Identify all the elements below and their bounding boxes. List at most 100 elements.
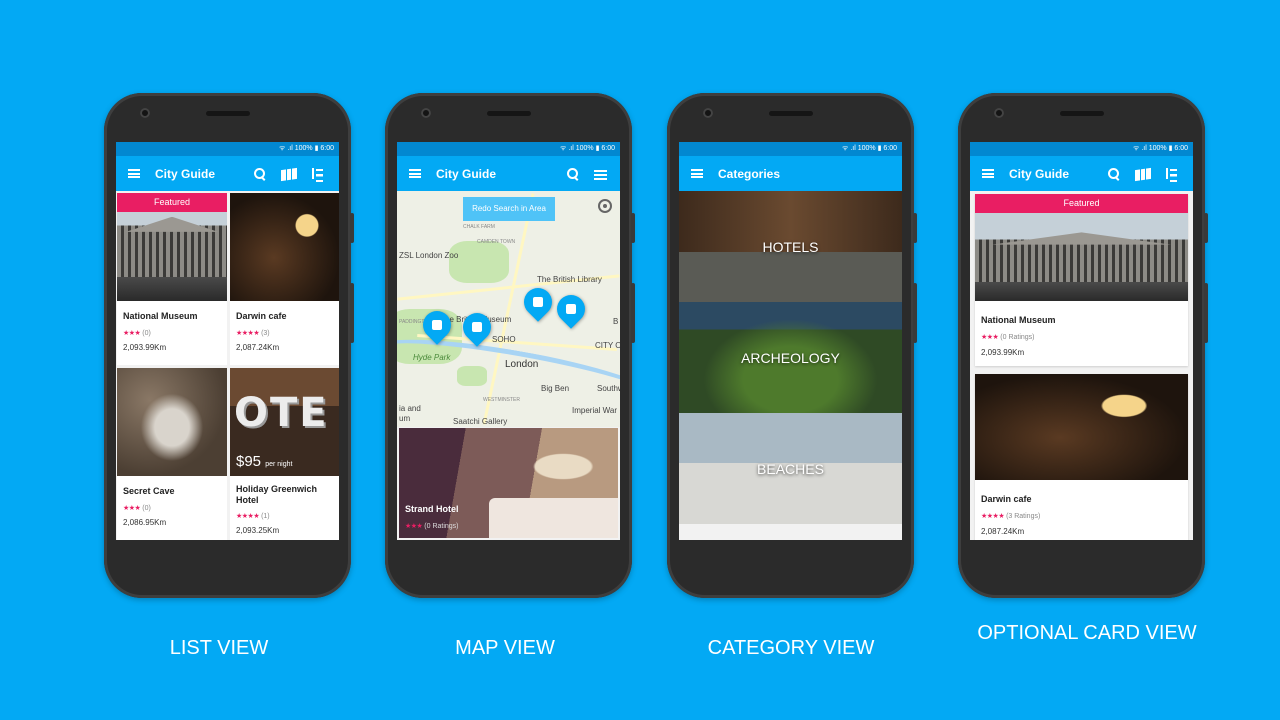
menu-icon[interactable] <box>982 169 994 178</box>
map[interactable]: Redo Search in Area CHALK FARM CAMDEN TO… <box>397 191 620 427</box>
phone-category-view: ᯤ .ıl 100% ▮ 6:00 Categories HOTELS ARCH… <box>667 93 917 598</box>
volume-button <box>913 213 917 243</box>
price-unit: per night <box>265 461 293 468</box>
speaker <box>487 111 531 116</box>
place-image <box>975 374 1188 480</box>
map-icon[interactable] <box>1135 167 1151 182</box>
place-name: Secret Cave <box>123 486 175 496</box>
place-tile[interactable]: Featured National Museum ★★★ (0) 2,093.9… <box>117 193 227 365</box>
place-distance: 2,093.99Km <box>123 343 167 352</box>
status-bar: ᯤ .ıl 100% ▮ 6:00 <box>116 142 339 156</box>
featured-badge: Featured <box>117 193 227 212</box>
caption-category-view: CATEGORY VIEW <box>707 637 875 659</box>
app-title: Categories <box>718 166 781 181</box>
map-label: ia and <box>399 404 421 413</box>
card-list: Featured National Museum ★★★ (0 Ratings)… <box>970 191 1193 540</box>
menu-icon[interactable] <box>691 169 703 178</box>
place-image: $95 per night <box>230 368 339 476</box>
place-name: National Museum <box>981 315 1056 325</box>
place-name: Darwin cafe <box>981 494 1032 504</box>
place-distance: 2,093.99Km <box>981 348 1025 357</box>
rating-count: (0) <box>142 330 151 337</box>
place-name: National Museum <box>123 311 198 321</box>
status-bar: ᯤ .ıl 100% ▮ 6:00 <box>970 142 1193 156</box>
place-image <box>230 193 339 301</box>
menu-icon[interactable] <box>128 169 140 178</box>
place-distance: 2,093.25Km <box>236 526 280 535</box>
category-hotels[interactable]: HOTELS <box>679 191 902 302</box>
speaker <box>1060 111 1104 116</box>
rating-count: (0 Ratings) <box>424 523 459 530</box>
map-label: London <box>505 359 539 370</box>
search-icon[interactable] <box>252 166 268 182</box>
camera <box>703 108 713 118</box>
phone-map-view: ᯤ .ıl 100% ▮ 6:00 City Guide Redo Search… <box>385 93 635 598</box>
place-card[interactable]: Darwin cafe ★★★★ (3 Ratings) 2,087.24Km <box>975 374 1188 540</box>
place-distance: 2,087.24Km <box>236 343 280 352</box>
map-label: Southwark <box>597 384 620 393</box>
sort-icon[interactable] <box>310 166 326 182</box>
category-archeology[interactable]: ARCHEOLOGY <box>679 302 902 413</box>
app-title: City Guide <box>436 166 497 181</box>
rating-count: (0 Ratings) <box>1000 334 1035 341</box>
rating-stars: ★★★★ <box>236 513 260 520</box>
toolbar: City Guide <box>397 156 620 191</box>
place-distance: 2,087.24Km <box>981 527 1025 536</box>
app-title: City Guide <box>1009 166 1070 181</box>
status-bar: ᯤ .ıl 100% ▮ 6:00 <box>397 142 620 156</box>
sort-icon[interactable] <box>1164 166 1180 182</box>
power-button <box>913 283 917 343</box>
map-label: The British Library <box>537 275 602 284</box>
map-label: CAMDEN TOWN <box>477 239 516 245</box>
category-beaches[interactable]: BEACHES <box>679 413 902 524</box>
screen: ᯤ .ıl 100% ▮ 6:00 City Guide Redo Search… <box>397 142 620 540</box>
rating-count: (3) <box>261 330 270 337</box>
volume-button <box>350 213 354 243</box>
place-rating: ★★★ (0) <box>123 504 227 512</box>
locate-icon[interactable] <box>598 199 612 213</box>
place-tile[interactable]: $95 per night Holiday Greenwich Hotel ★★… <box>230 368 339 540</box>
map-label: WESTMINSTER <box>483 397 520 403</box>
status-bar: ᯤ .ıl 100% ▮ 6:00 <box>679 142 902 156</box>
place-rating: ★★★ (0 Ratings) <box>981 333 1188 341</box>
map-label: Hyde Park <box>413 353 451 362</box>
place-rating: ★★★★ (3 Ratings) <box>981 512 1188 520</box>
map-pin-icon[interactable] <box>551 289 591 329</box>
rating-stars: ★★★ <box>123 505 141 512</box>
map-label: CHALK FARM <box>463 224 495 230</box>
place-name: Strand Hotel <box>405 504 459 514</box>
place-card[interactable]: Featured National Museum ★★★ (0 Ratings)… <box>975 194 1188 366</box>
speaker <box>206 111 250 116</box>
rating-stars: ★★★ <box>981 334 999 341</box>
phone-list-view: ᯤ .ıl 100% ▮ 6:00 City Guide Featured Na… <box>104 93 354 598</box>
menu-icon[interactable] <box>409 169 421 178</box>
list-icon[interactable] <box>594 169 607 181</box>
search-icon[interactable] <box>565 166 581 182</box>
caption-map-view: MAP VIEW <box>455 637 555 659</box>
place-rating: ★★★★ (1) <box>236 512 339 520</box>
rating-count: (0) <box>142 505 151 512</box>
map-pin-icon[interactable] <box>518 282 558 322</box>
screen: ᯤ .ıl 100% ▮ 6:00 City Guide Featured Na… <box>970 142 1193 540</box>
map-label: Saatchi Gallery <box>453 417 508 426</box>
rating-count: (1) <box>261 513 270 520</box>
place-tile[interactable]: Secret Cave ★★★ (0) 2,086.95Km <box>117 368 227 540</box>
power-button <box>1204 283 1208 343</box>
park-area <box>449 241 509 283</box>
place-grid: Featured National Museum ★★★ (0) 2,093.9… <box>116 191 339 540</box>
map-label: Big Ben <box>541 384 570 393</box>
featured-badge: Featured <box>975 194 1188 213</box>
rating-stars: ★★★ <box>123 330 141 337</box>
place-image <box>117 368 227 476</box>
place-card[interactable]: Strand Hotel ★★★ (0 Ratings) <box>399 428 618 538</box>
category-label: ARCHEOLOGY <box>741 349 840 366</box>
toolbar: City Guide <box>116 156 339 191</box>
map-icon[interactable] <box>281 167 297 182</box>
redo-search-button[interactable]: Redo Search in Area <box>463 197 555 221</box>
camera <box>421 108 431 118</box>
search-icon[interactable] <box>1106 166 1122 182</box>
camera <box>140 108 150 118</box>
volume-button <box>631 213 635 243</box>
rating-stars: ★★★ <box>405 523 423 530</box>
place-tile[interactable]: Darwin cafe ★★★★ (3) 2,087.24Km <box>230 193 339 365</box>
